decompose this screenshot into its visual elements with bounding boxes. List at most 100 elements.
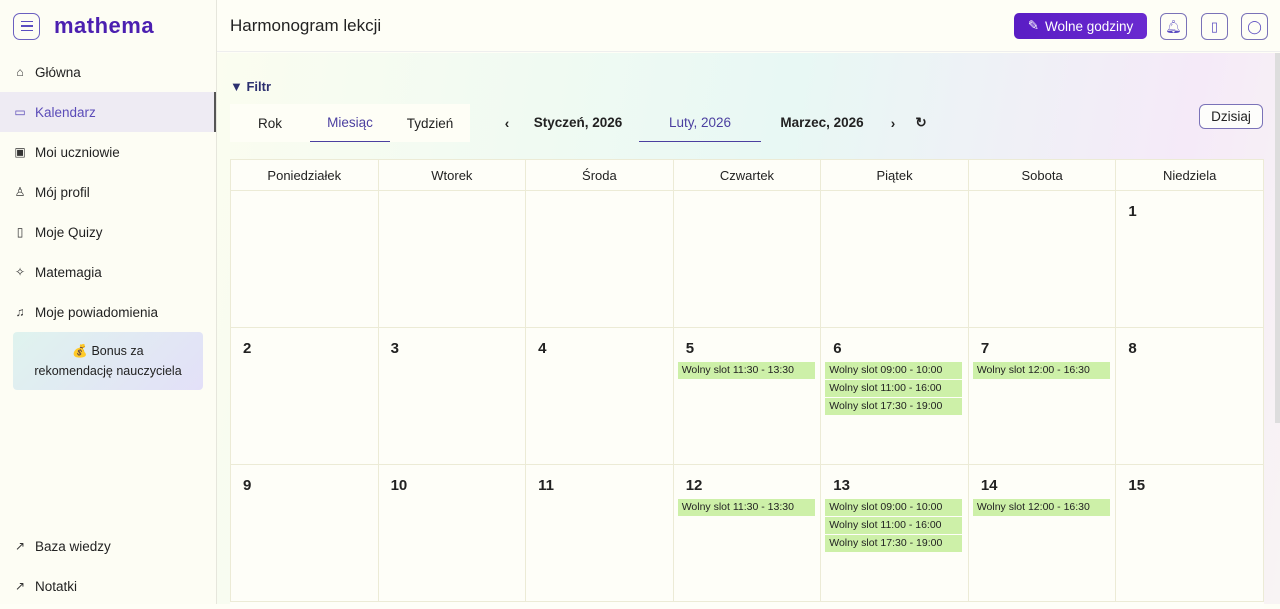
day-number: 12 bbox=[685, 477, 703, 494]
day-cell[interactable]: 9 bbox=[230, 464, 379, 602]
sidebar-item-kalendarz[interactable]: ▭ Kalendarz bbox=[0, 92, 216, 132]
month-calendar: Poniedziałek Wtorek Środa Czwartek Piątek Sob… bbox=[230, 159, 1264, 609]
day-number: 10 bbox=[390, 477, 408, 494]
prev-month[interactable]: Styczeń, 2026 bbox=[517, 104, 639, 142]
sidebar-item-label: Moje powiadomienia bbox=[35, 304, 159, 320]
bonus-recommendation-banner[interactable]: 💰 Bonus za rekomendację nauczyciela bbox=[13, 332, 203, 390]
chevron-left-icon[interactable]: ‹ bbox=[497, 116, 517, 131]
day-cell[interactable]: 10 bbox=[377, 464, 527, 602]
hamburger-menu-icon[interactable] bbox=[13, 12, 40, 40]
day-number: 2 bbox=[243, 340, 252, 357]
scrollbar[interactable] bbox=[1275, 53, 1280, 423]
filter-button[interactable]: ▼ Filtr bbox=[230, 79, 271, 94]
bell-icon[interactable]: 🔔︎ bbox=[1160, 13, 1187, 40]
week-row: 9 10 11 12 Wolny slot 11:30 - 13:30 13 Wolny s… bbox=[230, 464, 1264, 602]
sidebar-item-label: Baza wiedzy bbox=[35, 538, 111, 554]
sparkle-icon: ✧ bbox=[14, 265, 26, 279]
day-number: 11 bbox=[538, 477, 554, 494]
day-number bbox=[825, 191, 964, 225]
day-cell[interactable]: 15 bbox=[1115, 464, 1264, 602]
day-cell[interactable]: 4 bbox=[525, 327, 674, 465]
sidebar-item-baza-wiedzy[interactable]: ↗ Baza wiedzy bbox=[0, 526, 216, 566]
current-month[interactable]: Luty, 2026 bbox=[639, 104, 761, 142]
today-button[interactable]: Dzisiaj bbox=[1199, 104, 1263, 129]
day-cell[interactable]: 8 bbox=[1115, 327, 1264, 465]
day-cell[interactable] bbox=[672, 190, 822, 328]
weekday-header: Poniedziałek bbox=[230, 159, 379, 191]
weekday-header: Środa bbox=[525, 159, 674, 191]
day-cell[interactable] bbox=[820, 190, 969, 328]
tab-miesiac[interactable]: Miesiąc bbox=[310, 104, 390, 142]
weekday-header: Niedziela bbox=[1115, 159, 1264, 191]
wolne-godziny-button[interactable]: ✎ Wolne godziny bbox=[1014, 13, 1147, 39]
day-cell[interactable]: 1 bbox=[1115, 190, 1264, 328]
day-number bbox=[678, 191, 817, 225]
logo[interactable]: mathema bbox=[54, 13, 154, 39]
day-number: 4 bbox=[538, 340, 547, 357]
day-cell[interactable]: 6 Wolny slot 09:00 - 10:00 Wolny slot 11:0… bbox=[820, 327, 969, 465]
day-cell[interactable] bbox=[967, 190, 1117, 328]
day-number bbox=[530, 191, 669, 225]
weekday-header: Czwartek bbox=[672, 159, 822, 191]
free-slot-event[interactable]: Wolny slot 17:30 - 19:00 bbox=[825, 398, 963, 415]
free-slot-event[interactable]: Wolny slot 11:00 - 16:00 bbox=[825, 517, 963, 534]
day-cell[interactable]: 3 bbox=[377, 327, 527, 465]
page-title: Harmonogram lekcji bbox=[230, 15, 382, 35]
day-number bbox=[235, 191, 374, 225]
tab-tydzien[interactable]: Tydzień bbox=[390, 104, 470, 142]
day-number: 8 bbox=[1128, 340, 1137, 357]
day-cell[interactable]: 14 Wolny slot 12:00 - 16:30 bbox=[967, 464, 1117, 602]
sidebar-item-matemagia[interactable]: ✧ Matemagia bbox=[0, 252, 216, 292]
sidebar-item-label: Główna bbox=[35, 64, 81, 80]
free-slot-event[interactable]: Wolny slot 17:30 - 19:00 bbox=[825, 535, 963, 552]
free-slot-event[interactable]: Wolny slot 09:00 - 10:00 bbox=[825, 362, 963, 379]
filter-label: Filtr bbox=[246, 79, 272, 94]
day-cell[interactable]: 12 Wolny slot 11:30 - 13:30 bbox=[672, 464, 822, 602]
bookmark-icon[interactable]: ▯ bbox=[1201, 13, 1228, 40]
sidebar-item-label: Kalendarz bbox=[35, 104, 96, 120]
day-number bbox=[973, 191, 1112, 225]
day-cell[interactable] bbox=[230, 190, 379, 328]
day-cell[interactable]: 7 Wolny slot 12:00 - 16:30 bbox=[967, 327, 1117, 465]
day-number: 13 bbox=[833, 477, 850, 494]
free-slot-event[interactable]: Wolny slot 12:00 - 16:30 bbox=[972, 499, 1110, 516]
day-cell[interactable]: 13 Wolny slot 09:00 - 10:00 Wolny slot 11:… bbox=[820, 464, 969, 602]
user-icon: ♙ bbox=[14, 185, 26, 199]
free-slot-event[interactable]: Wolny slot 09:00 - 10:00 bbox=[825, 499, 963, 516]
free-slot-event[interactable]: Wolny slot 11:00 - 16:00 bbox=[825, 380, 963, 397]
week-row: 1 bbox=[230, 190, 1264, 328]
free-slot-event[interactable]: Wolny slot 11:30 - 13:30 bbox=[677, 362, 815, 379]
sidebar-item-moje-powiadomienia[interactable]: ♫ Moje powiadomienia bbox=[0, 292, 216, 332]
day-number bbox=[383, 191, 522, 225]
sidebar-item-mój-profil[interactable]: ♙ Mój profil bbox=[0, 172, 216, 212]
sidebar-item-notatki[interactable]: ↗ Notatki bbox=[0, 566, 216, 606]
sidebar-item-moi-uczniowie[interactable]: ▣ Moi uczniowie bbox=[0, 132, 216, 172]
day-cell[interactable] bbox=[525, 190, 674, 328]
day-number: 5 bbox=[685, 340, 695, 357]
sidebar-item-główna[interactable]: ⌂ Główna bbox=[0, 52, 216, 92]
sidebar-item-label: Matemagia bbox=[35, 264, 102, 280]
user-icon[interactable]: ◯ bbox=[1241, 13, 1268, 40]
bell-icon: ♫ bbox=[15, 305, 25, 319]
month-navigation: ‹ Styczeń, 2026 Luty, 2026 Marzec, 2026 … bbox=[497, 104, 931, 142]
chevron-right-icon[interactable]: › bbox=[883, 116, 903, 131]
tab-rok[interactable]: Rok bbox=[230, 104, 310, 142]
sidebar-item-label: Moje Quizy bbox=[35, 224, 103, 240]
day-number: 9 bbox=[243, 477, 252, 494]
next-month[interactable]: Marzec, 2026 bbox=[761, 104, 883, 142]
view-tabs: Rok Miesiąc Tydzień bbox=[230, 104, 470, 142]
day-cell[interactable] bbox=[377, 190, 527, 328]
free-slot-event[interactable]: Wolny slot 12:00 - 16:30 bbox=[972, 362, 1110, 379]
free-slot-event[interactable]: Wolny slot 11:30 - 13:30 bbox=[677, 499, 815, 516]
day-number: 6 bbox=[833, 340, 842, 357]
refresh-icon[interactable]: ↻ bbox=[911, 115, 931, 131]
day-cell[interactable]: 11 bbox=[525, 464, 674, 602]
weekday-header: Wtorek bbox=[377, 159, 527, 191]
students-icon: ▣ bbox=[14, 145, 26, 159]
day-number: 3 bbox=[390, 340, 399, 357]
sidebar-item-moje-quizy[interactable]: ▯ Moje Quizy bbox=[0, 212, 216, 252]
pencil-icon: ✎ bbox=[1027, 18, 1039, 33]
day-cell[interactable]: 5 Wolny slot 11:30 - 13:30 bbox=[672, 327, 822, 465]
sidebar-item-label: Notatki bbox=[35, 578, 78, 594]
day-cell[interactable]: 2 bbox=[230, 327, 379, 465]
